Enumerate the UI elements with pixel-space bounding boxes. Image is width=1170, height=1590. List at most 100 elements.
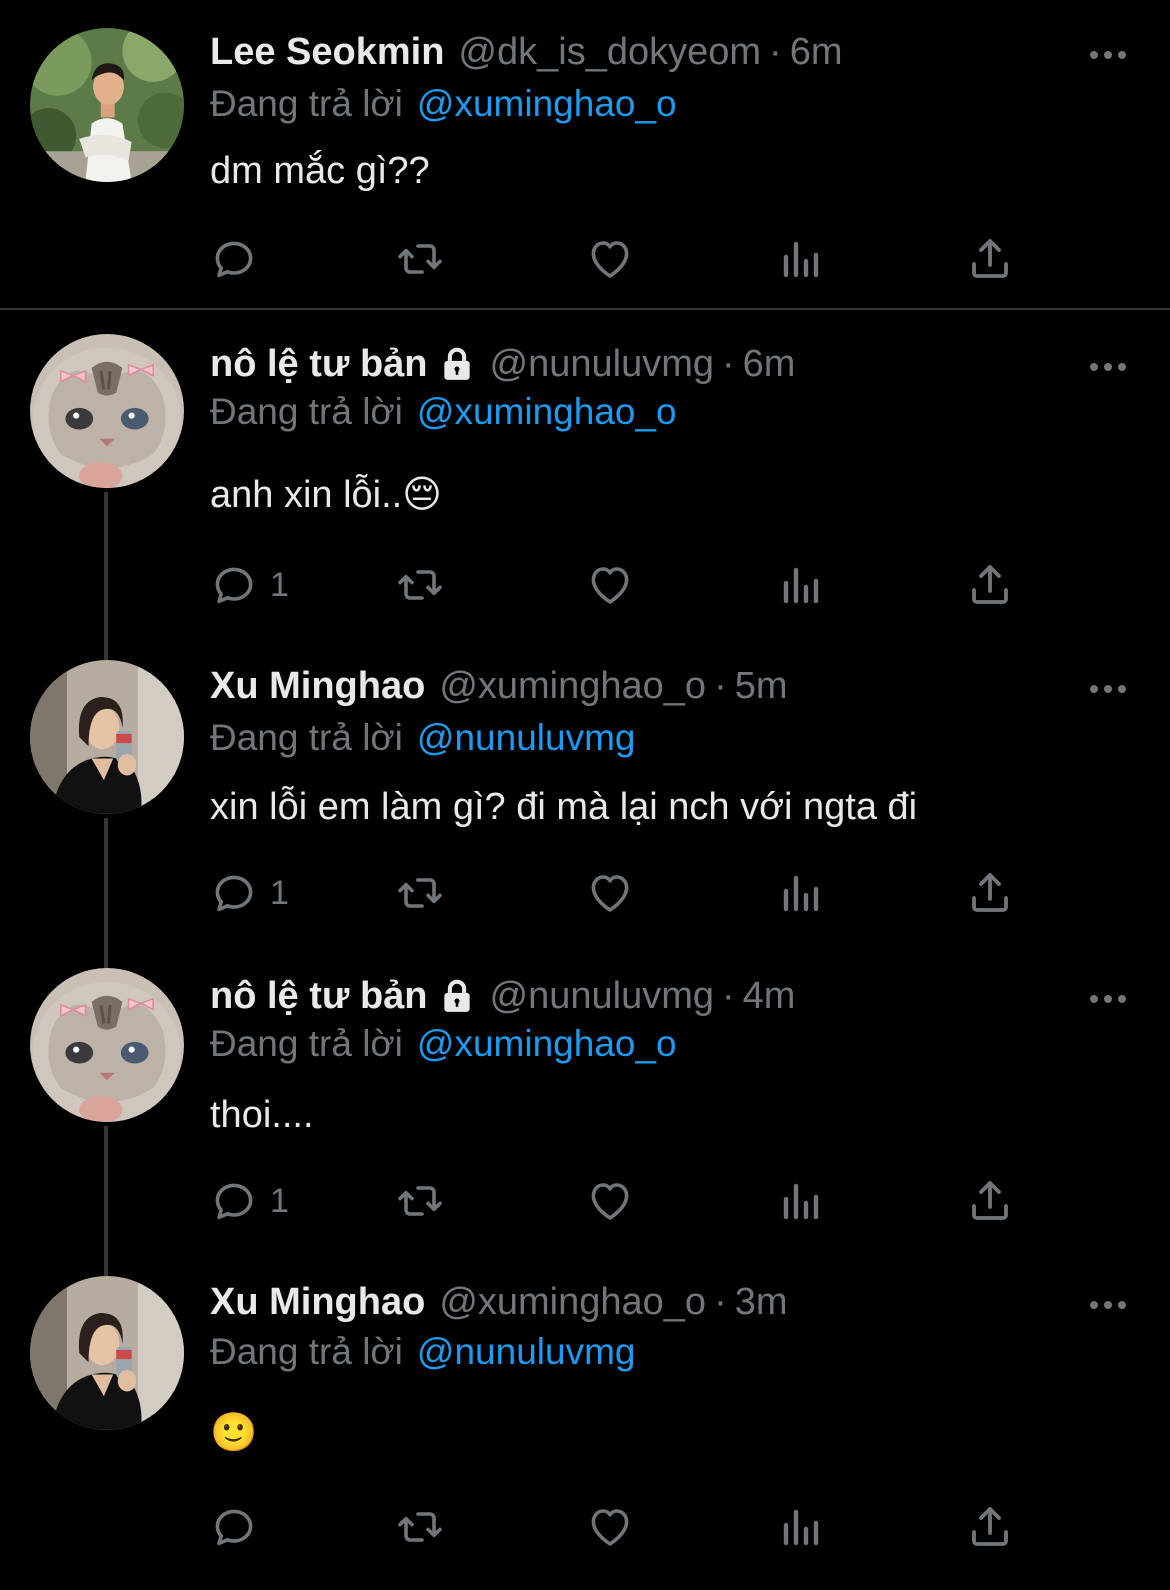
retweet-button[interactable] bbox=[396, 1502, 444, 1552]
reply-button[interactable]: 1 bbox=[210, 560, 289, 610]
avatar[interactable] bbox=[30, 334, 184, 488]
like-icon bbox=[586, 235, 634, 283]
replying-to-label: Đang trả lời bbox=[210, 1023, 403, 1064]
retweet-icon bbox=[396, 1177, 444, 1225]
share-button[interactable] bbox=[966, 1502, 1014, 1552]
display-name[interactable]: nô lệ tư bản bbox=[210, 974, 428, 1018]
like-icon bbox=[586, 1177, 634, 1225]
reply-count: 1 bbox=[270, 565, 289, 604]
more-icon[interactable] bbox=[1088, 360, 1128, 372]
tweet-text: anh xin lỗi..😔 bbox=[210, 474, 442, 516]
retweet-icon bbox=[396, 1503, 444, 1551]
mention-link[interactable]: @xuminghao_o bbox=[417, 391, 677, 432]
tweet-header: Lee Seokmin @dk_is_dokyeom · 6m bbox=[210, 30, 842, 74]
mention-link[interactable]: @nunuluvmg bbox=[417, 1331, 636, 1372]
replying-to: Đang trả lời @xuminghao_o bbox=[210, 82, 677, 126]
like-button[interactable] bbox=[586, 868, 634, 918]
timestamp[interactable]: 5m bbox=[735, 664, 788, 708]
views-icon bbox=[776, 235, 824, 283]
tweet-actions bbox=[210, 234, 1030, 284]
tweet-text: xin lỗi em làm gì? đi mà lại nch với ngt… bbox=[210, 786, 918, 828]
more-icon[interactable] bbox=[1088, 48, 1128, 60]
thread-connector-line bbox=[104, 818, 108, 968]
user-handle[interactable]: @nunuluvmg bbox=[490, 974, 714, 1018]
views-button[interactable] bbox=[776, 868, 824, 918]
tweet-text: dm mắc gì?? bbox=[210, 150, 430, 192]
reply-button[interactable] bbox=[210, 234, 270, 284]
user-handle[interactable]: @nunuluvmg bbox=[490, 342, 714, 386]
share-icon bbox=[966, 235, 1014, 283]
retweet-icon bbox=[396, 869, 444, 917]
tweet-actions bbox=[210, 1502, 1030, 1552]
reply-button[interactable] bbox=[210, 1502, 270, 1552]
user-handle[interactable]: @dk_is_dokyeom bbox=[458, 30, 761, 74]
retweet-icon bbox=[396, 235, 444, 283]
share-icon bbox=[966, 1177, 1014, 1225]
timestamp[interactable]: 4m bbox=[743, 974, 796, 1018]
like-button[interactable] bbox=[586, 1176, 634, 1226]
display-name[interactable]: nô lệ tư bản bbox=[210, 342, 428, 386]
timestamp[interactable]: 6m bbox=[790, 30, 843, 74]
retweet-button[interactable] bbox=[396, 1176, 444, 1226]
separator-dot: · bbox=[714, 665, 727, 707]
share-icon bbox=[966, 561, 1014, 609]
retweet-button[interactable] bbox=[396, 560, 444, 610]
replying-to-label: Đang trả lời bbox=[210, 1331, 403, 1372]
thread-connector-line bbox=[104, 1126, 108, 1276]
like-button[interactable] bbox=[586, 234, 634, 284]
share-button[interactable] bbox=[966, 560, 1014, 610]
views-button[interactable] bbox=[776, 234, 824, 284]
like-button[interactable] bbox=[586, 560, 634, 610]
more-icon[interactable] bbox=[1088, 992, 1128, 1004]
replying-to: Đang trả lời @nunuluvmg bbox=[210, 1330, 635, 1374]
reply-button[interactable]: 1 bbox=[210, 868, 289, 918]
tweet-header: Xu Minghao @xuminghao_o · 3m bbox=[210, 1280, 788, 1324]
timestamp[interactable]: 6m bbox=[743, 342, 796, 386]
views-icon bbox=[776, 1177, 824, 1225]
retweet-button[interactable] bbox=[396, 234, 444, 284]
separator-dot: · bbox=[722, 975, 735, 1017]
replying-to-label: Đang trả lời bbox=[210, 717, 403, 758]
tweet-text: 🙂 bbox=[210, 1412, 258, 1454]
replying-to-label: Đang trả lời bbox=[210, 83, 403, 124]
thread-connector-line bbox=[104, 492, 108, 660]
like-icon bbox=[586, 869, 634, 917]
views-button[interactable] bbox=[776, 1176, 824, 1226]
lock-icon bbox=[438, 345, 476, 383]
divider bbox=[0, 308, 1170, 310]
views-icon bbox=[776, 1503, 824, 1551]
share-button[interactable] bbox=[966, 868, 1014, 918]
user-handle[interactable]: @xuminghao_o bbox=[439, 664, 706, 708]
share-icon bbox=[966, 869, 1014, 917]
mention-link[interactable]: @nunuluvmg bbox=[417, 717, 636, 758]
avatar[interactable] bbox=[30, 1276, 184, 1430]
display-name[interactable]: Lee Seokmin bbox=[210, 30, 444, 74]
reply-icon bbox=[210, 561, 258, 609]
reply-icon bbox=[210, 1177, 258, 1225]
timestamp[interactable]: 3m bbox=[735, 1280, 788, 1324]
avatar[interactable] bbox=[30, 28, 184, 182]
like-icon bbox=[586, 1503, 634, 1551]
reply-button[interactable]: 1 bbox=[210, 1176, 289, 1226]
replying-to: Đang trả lời @nunuluvmg bbox=[210, 716, 635, 760]
user-handle[interactable]: @xuminghao_o bbox=[439, 1280, 706, 1324]
display-name[interactable]: Xu Minghao bbox=[210, 1280, 425, 1324]
more-icon[interactable] bbox=[1088, 682, 1128, 694]
like-button[interactable] bbox=[586, 1502, 634, 1552]
views-button[interactable] bbox=[776, 1502, 824, 1552]
avatar[interactable] bbox=[30, 660, 184, 814]
retweet-button[interactable] bbox=[396, 868, 444, 918]
display-name[interactable]: Xu Minghao bbox=[210, 664, 425, 708]
replying-to: Đang trả lời @xuminghao_o bbox=[210, 390, 677, 434]
tweet-header: Xu Minghao @xuminghao_o · 5m bbox=[210, 664, 788, 708]
share-button[interactable] bbox=[966, 1176, 1014, 1226]
tweet-actions: 1 bbox=[210, 1176, 1030, 1226]
views-icon bbox=[776, 869, 824, 917]
mention-link[interactable]: @xuminghao_o bbox=[417, 83, 677, 124]
views-button[interactable] bbox=[776, 560, 824, 610]
like-icon bbox=[586, 561, 634, 609]
more-icon[interactable] bbox=[1088, 1298, 1128, 1310]
mention-link[interactable]: @xuminghao_o bbox=[417, 1023, 677, 1064]
share-button[interactable] bbox=[966, 234, 1014, 284]
avatar[interactable] bbox=[30, 968, 184, 1122]
